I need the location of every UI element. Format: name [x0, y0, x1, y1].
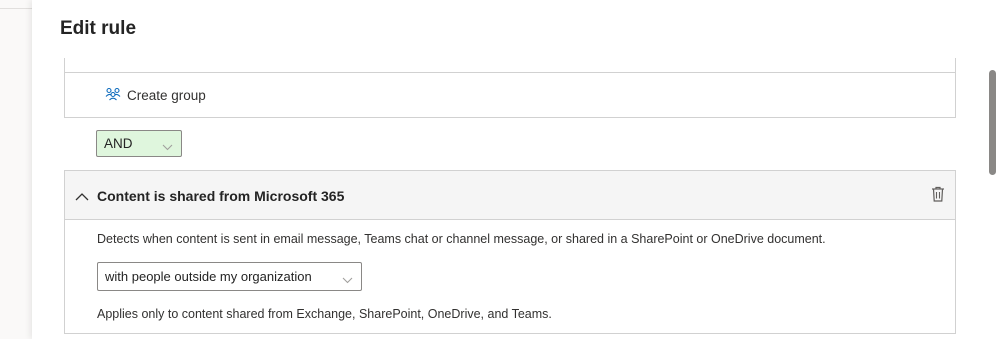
operator-dropdown[interactable]: AND: [96, 130, 182, 157]
people-group-icon: [105, 87, 127, 104]
chevron-up-icon[interactable]: [75, 188, 89, 206]
group-divider: [65, 72, 955, 73]
chevron-down-icon: [342, 272, 353, 287]
create-group-label: Create group: [127, 88, 206, 103]
panel-title: Edit rule: [60, 18, 137, 39]
sharing-scope-dropdown[interactable]: with people outside my organization: [97, 262, 362, 291]
sharing-scope-value: with people outside my organization: [105, 269, 312, 284]
condition-description: Detects when content is sent in email me…: [97, 232, 826, 246]
group-box: Create group: [64, 58, 956, 118]
trash-icon[interactable]: [931, 186, 945, 207]
background-divider: [0, 8, 32, 9]
background-page: [0, 0, 32, 339]
chevron-down-icon: [162, 139, 173, 154]
vertical-scrollbar[interactable]: [987, 0, 999, 339]
condition-card: Content is shared from Microsoft 365 Det…: [64, 170, 956, 334]
condition-header: Content is shared from Microsoft 365: [65, 171, 955, 220]
edit-rule-panel: Edit rule Create group AND Content is sh…: [32, 0, 999, 339]
condition-note: Applies only to content shared from Exch…: [97, 307, 552, 321]
condition-title: Content is shared from Microsoft 365: [97, 188, 345, 204]
operator-value: AND: [104, 136, 133, 151]
create-group-button[interactable]: Create group: [105, 87, 206, 104]
scrollbar-thumb[interactable]: [989, 70, 996, 175]
